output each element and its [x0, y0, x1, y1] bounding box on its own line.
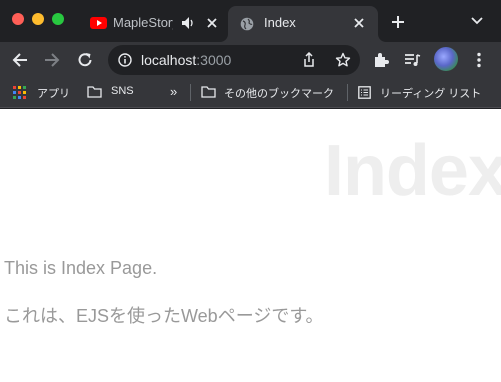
tab-title: Index [264, 15, 296, 30]
url-port: :3000 [196, 52, 232, 68]
new-tab-button[interactable] [390, 14, 406, 30]
bookmark-sns[interactable]: SNS [82, 78, 142, 106]
share-icon[interactable] [302, 52, 316, 68]
extensions-icon[interactable] [372, 51, 390, 69]
page-paragraph-japanese: これは、EJSを使ったWebページです。 [4, 306, 324, 326]
close-icon[interactable] [352, 16, 366, 30]
apps-icon [13, 86, 26, 99]
address-bar[interactable]: localhost:3000 [108, 45, 360, 75]
url-text[interactable]: localhost:3000 [141, 52, 231, 68]
page-content: Index This is Index Page. これは、EJSを使ったWeb… [0, 109, 501, 382]
toolbar: localhost:3000 [0, 42, 501, 78]
profile-avatar[interactable] [434, 47, 458, 71]
bookmarks-bar: アプリ SNS » その他のブックマーク リーディング リスト [0, 78, 501, 108]
more-menu-icon[interactable] [470, 51, 488, 69]
bookmark-label: リーディング リスト [380, 88, 482, 100]
tab-maplestory[interactable]: MapleStory [80, 6, 226, 42]
folder-icon [87, 86, 102, 98]
page-paragraph: This is Index Page. [4, 258, 158, 278]
double-chevron-icon: » [170, 84, 178, 99]
tab-strip: MapleStory Index [0, 0, 501, 42]
close-window-button[interactable] [12, 13, 24, 25]
bookmark-apps[interactable]: アプリ [0, 78, 76, 106]
reading-list-icon [358, 86, 371, 99]
youtube-icon [90, 17, 107, 29]
speaker-icon[interactable] [181, 15, 195, 31]
tab-title: MapleStory [113, 15, 173, 30]
divider [347, 84, 348, 101]
reload-button[interactable] [76, 51, 94, 69]
minimize-window-button[interactable] [32, 13, 44, 25]
media-controls-icon[interactable] [403, 51, 421, 69]
reading-list-button[interactable]: リーディング リスト [352, 78, 500, 106]
chevron-down-icon[interactable] [470, 16, 484, 26]
maximize-window-button[interactable] [52, 13, 64, 25]
bookmarks-overflow-button[interactable]: » [166, 78, 184, 106]
tab-index[interactable]: Index [228, 6, 378, 42]
bookmark-label: アプリ [37, 88, 70, 100]
globe-icon [240, 17, 254, 31]
bookmark-label: その他のブックマーク [224, 88, 334, 100]
folder-icon [201, 86, 216, 98]
info-icon[interactable] [118, 53, 132, 67]
back-button[interactable] [11, 51, 29, 69]
page-title: Index [323, 131, 501, 211]
url-host: localhost [141, 52, 197, 68]
close-icon[interactable] [205, 16, 219, 30]
bookmark-label: SNS [111, 85, 134, 97]
divider [190, 84, 191, 101]
bookmark-other[interactable]: その他のブックマーク [196, 78, 344, 106]
star-icon[interactable] [335, 52, 351, 68]
forward-button[interactable] [43, 51, 61, 69]
